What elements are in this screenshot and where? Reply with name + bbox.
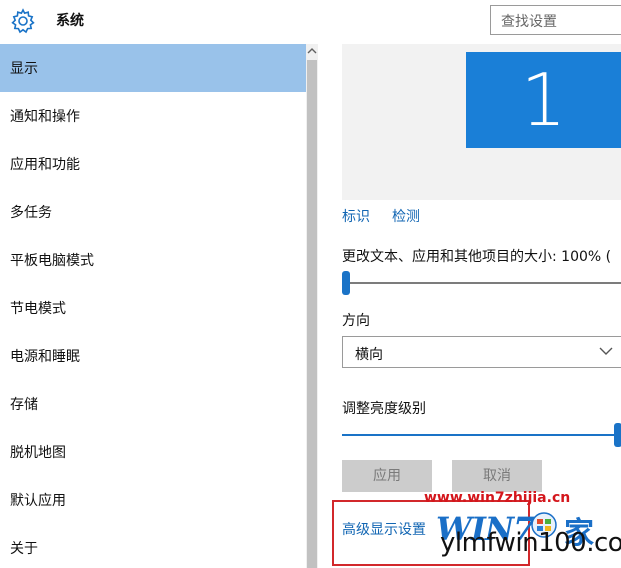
orientation-label: 方向	[342, 313, 370, 329]
title-bar: 系统 查找设置	[0, 0, 621, 44]
detect-link[interactable]: 检测	[392, 206, 420, 226]
sidebar: 显示 通知和操作 应用和功能 多任务 平板电脑模式 节电模式 电源和睡眠 存储 …	[0, 44, 306, 568]
scale-slider-thumb[interactable]	[342, 271, 350, 295]
orientation-value: 横向	[355, 347, 383, 363]
identify-link[interactable]: 标识	[342, 206, 370, 226]
sidebar-item-default-apps[interactable]: 默认应用	[0, 476, 306, 524]
sidebar-item-display[interactable]: 显示	[0, 44, 306, 92]
sidebar-item-offline-maps[interactable]: 脱机地图	[0, 428, 306, 476]
sidebar-item-label: 多任务	[10, 205, 52, 221]
brightness-slider-track[interactable]	[342, 434, 618, 436]
watermark-url-secondary: ylmfwin100.com	[440, 528, 621, 558]
search-placeholder: 查找设置	[501, 14, 557, 30]
page-title: 系统	[56, 13, 84, 29]
watermark-url: www.win7zhijia.cn	[424, 490, 571, 506]
sidebar-item-label: 默认应用	[10, 493, 66, 509]
sidebar-item-multitasking[interactable]: 多任务	[0, 188, 306, 236]
search-input[interactable]: 查找设置	[490, 5, 621, 35]
sidebar-item-label: 显示	[10, 61, 38, 77]
sidebar-item-battery-saver[interactable]: 节电模式	[0, 284, 306, 332]
scale-label: 更改文本、应用和其他项目的大小: 100% (	[342, 249, 612, 265]
scale-slider-track[interactable]	[342, 282, 621, 284]
brightness-label: 调整亮度级别	[342, 401, 426, 417]
sidebar-item-about[interactable]: 关于	[0, 524, 306, 568]
scrollbar-thumb[interactable]	[307, 60, 317, 568]
monitor-tile[interactable]: 1	[466, 52, 621, 148]
sidebar-item-power-sleep[interactable]: 电源和睡眠	[0, 332, 306, 380]
orientation-dropdown[interactable]: 横向	[342, 336, 621, 368]
sidebar-item-label: 关于	[10, 541, 38, 557]
sidebar-item-label: 存储	[10, 397, 38, 413]
sidebar-item-label: 通知和操作	[10, 109, 80, 125]
gear-icon[interactable]	[10, 8, 36, 34]
sidebar-item-label: 脱机地图	[10, 445, 66, 461]
sidebar-item-label: 电源和睡眠	[10, 349, 80, 365]
sidebar-item-tablet-mode[interactable]: 平板电脑模式	[0, 236, 306, 284]
sidebar-item-notifications[interactable]: 通知和操作	[0, 92, 306, 140]
brightness-slider-thumb[interactable]	[614, 423, 621, 447]
sidebar-item-label: 平板电脑模式	[10, 253, 94, 269]
display-preview-area: 1	[342, 44, 621, 200]
sidebar-scrollbar[interactable]	[306, 44, 318, 568]
sidebar-item-apps-features[interactable]: 应用和功能	[0, 140, 306, 188]
apply-button[interactable]: 应用	[342, 460, 432, 492]
sidebar-item-label: 应用和功能	[10, 157, 80, 173]
cancel-button[interactable]: 取消	[452, 460, 542, 492]
sidebar-item-label: 节电模式	[10, 301, 66, 317]
scroll-up-arrow-icon[interactable]	[306, 46, 318, 56]
sidebar-item-storage[interactable]: 存储	[0, 380, 306, 428]
chevron-down-icon	[599, 347, 613, 355]
